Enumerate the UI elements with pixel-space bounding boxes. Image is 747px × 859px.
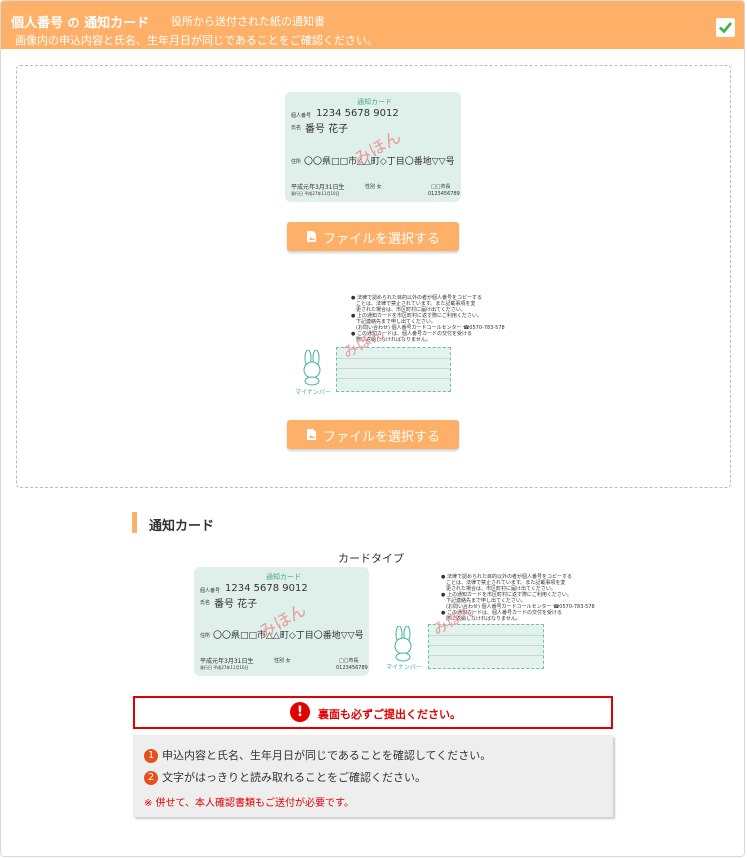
select-file-label-front: ファイルを選択する [323,232,441,247]
confirm-checkbox[interactable] [716,18,735,37]
card-code: 0123456789 [336,665,368,671]
upload-dropzone[interactable]: 通知カード 個人番号 1234 5678 9012 氏名 番号 花子 住所 〇〇… [16,65,731,488]
alert-text: 裏面も必ずご提出ください。 [318,708,461,721]
mascot-label: マイナンバー [295,389,331,396]
mascot-icon [303,350,321,386]
card-type-back: ● 法律で認められた目的以外の者が個人番号をコピーする ことは、法律で禁止されて… [383,573,595,673]
card-front-sample: 通知カード 個人番号 1234 5678 9012 氏名 番号 花子 住所 〇〇… [285,92,461,202]
card-issue: 発行日 平成27年11月10日 [200,665,249,670]
panel-subtitle: 役所から送付された紙の通知書 [171,15,325,28]
note-number: 1 [144,749,158,763]
notes-box: 1 申込内容と氏名、生年月日が同じであることを確認してください。 2 文字がはっきり… [133,735,613,817]
card-name: 番号 花子 [214,599,258,610]
note-item: 2 文字がはっきりと読み取れることをご確認ください。 [144,769,426,785]
note-number: 2 [144,771,158,785]
panel-description: 画像内の申込内容と氏名、生年月日が同じであることをご確認ください。 [15,34,378,47]
panel-title: 個人番号 の 通知カード [11,12,149,31]
card-number: 1234 5678 9012 [316,108,399,119]
card-type-label: カードタイプ [338,552,404,565]
card-sex: 性別 女 [365,184,382,190]
card-address-label: 住所 [291,159,302,165]
note-text: 文字がはっきりと読み取れることをご確認ください。 [162,771,426,784]
card-number-label: 個人番号 [200,588,221,594]
card-issue: 発行日 平成27年11月10日 [291,191,340,196]
card-number-label: 個人番号 [291,113,312,119]
card-type-front: 通知カード 個人番号 1234 5678 9012 氏名 番号 花子 住所 〇〇… [194,567,369,676]
card-name-label: 氏名 [200,600,211,606]
check-icon [719,22,733,34]
note-item: 1 申込内容と氏名、生年月日が同じであることを確認してください。 [144,747,491,763]
section-title: 通知カード [149,519,215,534]
card-sex: 性別 女 [274,658,291,664]
back-side-alert: ! 裏面も必ずご提出ください。 [133,696,613,729]
title-main: 個人番号 [11,16,64,31]
title-rest: 通知カード [84,16,150,31]
card-number: 1234 5678 9012 [225,583,308,594]
card-name: 番号 花子 [305,124,349,135]
mascot-label: マイナンバー [386,664,422,671]
exclamation-icon: ! [290,702,310,722]
card-code: 0123456789 [428,191,460,197]
card-name-label: 氏名 [291,125,302,131]
card-address-label: 住所 [200,633,211,639]
card-back-sample: ● 法律で認められた目的以外の者が個人番号をコピーする ことは、法律で禁止されて… [293,294,505,399]
card-birth: 平成元年3月31日生 [200,658,254,665]
card-office: □□市長 [431,184,451,190]
card-birth: 平成元年3月31日生 [291,184,345,191]
select-file-button-front[interactable]: ファイルを選択する [287,222,459,251]
section-accent-bar [132,512,137,533]
file-image-icon [307,231,316,242]
select-file-label-back: ファイルを選択する [323,430,441,445]
card-title: 通知カード [357,98,392,106]
file-image-icon [307,429,316,440]
id-document-warning: ※ 併せて、本人確認書類もご送付が必要です。 [144,798,355,809]
card-office: □□市長 [339,658,359,664]
title-connector: の [67,16,80,30]
card-title: 通知カード [266,573,301,581]
select-file-button-back[interactable]: ファイルを選択する [287,420,459,449]
note-text: 申込内容と氏名、生年月日が同じであることを確認してください。 [162,749,492,762]
upload-panel: 個人番号 の 通知カード 役所から送付された紙の通知書 画像内の申込内容と氏名、… [0,0,745,857]
panel-header: 個人番号 の 通知カード 役所から送付された紙の通知書 画像内の申込内容と氏名、… [1,1,744,49]
mascot-icon [394,626,412,662]
